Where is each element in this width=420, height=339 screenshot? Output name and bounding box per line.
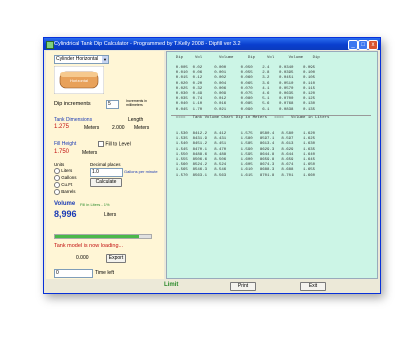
time-left-field: 0: [54, 269, 93, 278]
print-button[interactable]: Print: [230, 282, 256, 291]
radio-cuft[interactable]: Cu.Ft: [54, 182, 72, 188]
radio-icon[interactable]: [54, 182, 60, 188]
dip-increments-field[interactable]: 5: [106, 100, 119, 109]
checkbox-icon[interactable]: [98, 141, 104, 147]
radio-cuft-label: Cu.Ft: [61, 182, 73, 188]
radio-icon[interactable]: [54, 189, 60, 195]
drawing-label: Horizontal: [70, 78, 88, 83]
tank-drawing: Horizontal: [54, 66, 104, 94]
radio-liters[interactable]: Liters: [54, 168, 72, 174]
table-body-bottom: 1.530 8412.2 8.412 1.575 8580.4 8.580 1.…: [171, 132, 315, 179]
fill-to-level-checkbox[interactable]: Fill to Level: [98, 141, 131, 147]
volume-unit: Liters: [104, 212, 117, 218]
maximize-button[interactable]: □: [358, 40, 368, 50]
fill-to-level-label: Fill to Level: [105, 141, 131, 148]
calculate-button[interactable]: Calculate: [90, 178, 122, 187]
fill-time-value: 0.000: [76, 255, 89, 261]
progress-bar: [54, 234, 152, 239]
status-indicator: Limit: [164, 282, 179, 288]
volume-value: 8,996: [54, 209, 77, 219]
tank-type-dropdown[interactable]: Cylinder Horizontal ▼: [54, 55, 109, 64]
app-icon: [46, 41, 54, 49]
table-row: 0.045 1.70 0.021 0.090 6.1 0.0838 0.135: [171, 107, 316, 112]
table-row: 1.545 8470.1 8.470 1.590 8629.3 8.629 1.…: [171, 147, 316, 152]
length-label: Length: [128, 117, 144, 123]
length-value[interactable]: 2.000: [112, 125, 125, 131]
table-row: 1.540 8451.2 8.451 1.585 8613.4 8.613 1.…: [171, 142, 316, 147]
dip-chart-table[interactable]: Dip Vol Volume Dip Vol Volume Dip 0.005 …: [166, 51, 378, 279]
radio-icon[interactable]: [54, 168, 60, 174]
decimals-field[interactable]: 1.0: [90, 168, 123, 177]
radio-liters-label: Liters: [61, 168, 73, 174]
table-row: 1.570 8563.1 8.563 1.615 8701.8 8.701 1.…: [171, 173, 316, 178]
table-mid-row: ==== Tank Volume Chart Dip in Meters ===…: [171, 116, 330, 120]
dip-increments-label: Dip increments: [54, 101, 91, 107]
window-title: Cylindrical Tank Dip Calculator - Progra…: [54, 41, 241, 47]
status-message: Tank model is now loading...: [54, 243, 124, 249]
tank-type-value: Cylinder Horizontal: [56, 56, 99, 62]
dip-increments-note: Increments in millimeters: [126, 99, 148, 107]
export-button[interactable]: Export: [106, 254, 126, 263]
table-row: 0.015 0.12 0.002 0.060 3.2 0.0451 0.105: [171, 76, 316, 81]
decimals-unit: Gallons per minute: [124, 169, 158, 174]
diameter-unit: Meters: [84, 125, 100, 131]
diameter-value[interactable]: 1.275: [54, 124, 69, 130]
radio-gallons[interactable]: Gallons: [54, 175, 77, 181]
length-unit: Meters: [134, 125, 150, 131]
title-bar: Cylindrical Tank Dip Calculator - Progra…: [44, 38, 380, 50]
table-row: 0.040 1.10 0.016 0.085 5.6 0.0768 0.130: [171, 102, 316, 107]
units-label: Units: [54, 162, 65, 167]
volume-note: Fill in Liters - 1%: [80, 202, 110, 207]
bottom-bar: Limit Print Exit: [44, 279, 380, 293]
settings-panel: Cylinder Horizontal ▼ Horizontal Dip inc…: [46, 51, 164, 279]
table-header: Dip Vol Volume Dip Vol Volume Dip: [171, 56, 320, 60]
fill-height-unit: Meters: [82, 150, 98, 156]
exit-button[interactable]: Exit: [300, 282, 326, 291]
volume-label: Volume: [54, 201, 76, 207]
table-row: 1.565 8546.3 8.546 1.610 8688.3 8.688 1.…: [171, 168, 316, 173]
radio-barrels[interactable]: Barrels: [54, 189, 76, 195]
progress-fill: [55, 235, 140, 238]
radio-barrels-label: Barrels: [61, 189, 76, 195]
app-window: Cylindrical Tank Dip Calculator - Progra…: [43, 37, 381, 294]
decimals-label: Decimal places: [90, 162, 121, 167]
radio-icon[interactable]: [54, 175, 60, 181]
table-body-top: 0.005 0.02 0.000 0.050 2.4 0.0340 0.095 …: [171, 66, 315, 113]
tank-dimensions-label: Tank Dimensions: [54, 117, 93, 123]
table-row: 0.020 0.20 0.004 0.065 3.6 0.0510 0.110: [171, 81, 316, 86]
fill-height-value[interactable]: 1.750: [54, 149, 69, 155]
chevron-down-icon[interactable]: ▼: [102, 56, 108, 63]
time-left-label: Time left: [95, 270, 114, 276]
radio-gallons-label: Gallons: [61, 175, 77, 181]
close-button[interactable]: x: [368, 40, 378, 50]
minimize-button[interactable]: _: [348, 40, 358, 50]
fill-height-label: Fill Height: [54, 141, 77, 147]
